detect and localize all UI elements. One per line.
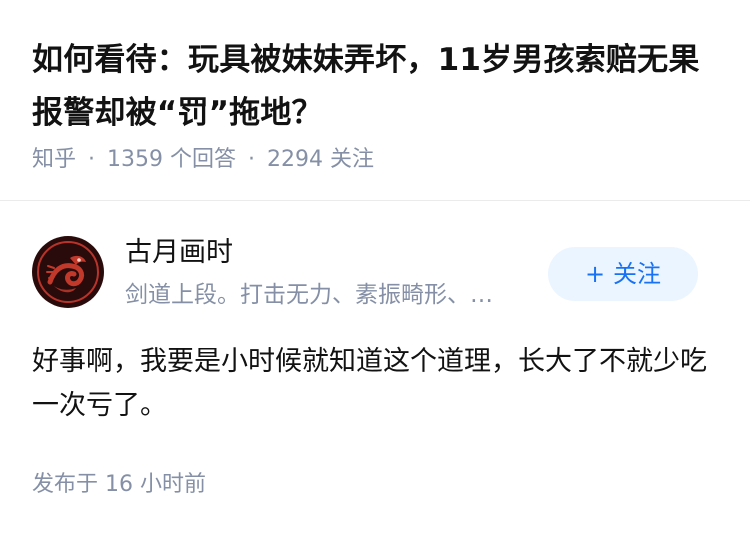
plus-icon: + (584, 260, 606, 288)
answer-content: 好事啊，我要是小时候就知道这个道理，长大了不就少吃一次亏了。 (32, 346, 707, 421)
answer-count[interactable]: 1359 个回答 (107, 147, 236, 172)
question-title[interactable]: 如何看待：玩具被妹妹弄坏，11岁男孩索赔无果报警却被“罚”拖地？ (32, 34, 722, 140)
question-meta: 知乎 · 1359 个回答 · 2294 关注 (32, 145, 374, 175)
site-name[interactable]: 知乎 (32, 147, 76, 172)
question-header: 如何看待：玩具被妹妹弄坏，11岁男孩索赔无果报警却被“罚”拖地？ (32, 34, 722, 140)
author-bio: 剑道上段。打击无力、素振畸形、… (125, 282, 493, 308)
section-divider (0, 200, 750, 201)
meta-separator: · (88, 147, 96, 172)
answer-timestamp: 发布于 16 小时前 (32, 472, 206, 497)
follower-count[interactable]: 2294 关注 (267, 147, 374, 172)
meta-separator: · (248, 147, 255, 172)
dragon-emblem-icon (34, 238, 102, 306)
follow-button[interactable]: + 关注 (548, 247, 698, 301)
author-name[interactable]: 古月画时 (125, 234, 233, 272)
follow-label: 关注 (613, 260, 662, 288)
avatar[interactable] (32, 236, 104, 308)
